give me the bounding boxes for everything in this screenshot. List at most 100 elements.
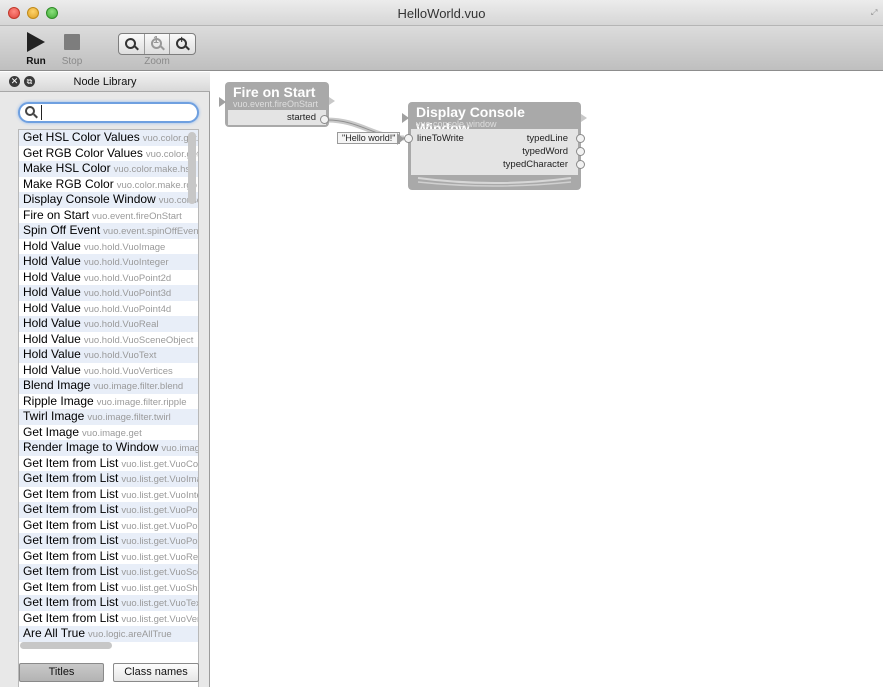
actual-size-button[interactable]: 1 [145, 34, 171, 54]
node-title: Get HSL Color Values [23, 130, 140, 144]
zoom-out-button[interactable]: − [119, 34, 145, 54]
node-class-name: vuo.hold.VuoPoint3d [83, 288, 172, 299]
horizontal-scrollbar[interactable] [20, 642, 112, 649]
linetowrite-input-port[interactable] [404, 134, 413, 143]
list-item[interactable]: Get HSL Color Valuesvuo.color.get.hsl [19, 130, 198, 146]
list-item[interactable]: Get Item from List vuo.list.get.VuoText [19, 595, 198, 611]
toolbar: Run Stop − 1 + Zoom [0, 26, 883, 71]
node-class-name: vuo.hold.VuoImage [83, 241, 166, 253]
list-item[interactable]: Get Item from Listvuo.list.get.VuoColor [19, 456, 198, 472]
list-item[interactable]: Hold Value vuo.hold.VuoImage [19, 239, 198, 255]
list-item[interactable]: Hold Value vuo.hold.VuoPoint4d [19, 301, 198, 317]
list-item[interactable]: Get Item from Listvuo.list.get.VuoShader [19, 580, 198, 596]
typedline-output-port[interactable] [576, 134, 585, 143]
node-fire-on-start[interactable]: Fire on Start vuo.event.fireOnStart star… [225, 82, 329, 127]
node-class-name: vuo.list.get.VuoPoint3d [121, 520, 198, 532]
zoom-in-button[interactable]: + [170, 34, 195, 54]
window-title: HelloWorld.vuo [397, 6, 486, 21]
node-class-name: vuo.image.filter.blend [93, 381, 184, 392]
list-item[interactable]: Hold Value vuo.hold.VuoText [19, 347, 198, 363]
list-item[interactable]: Get Item from List vuo.list.get.VuoReal [19, 549, 198, 565]
list-item[interactable]: Get Image vuo.image.get [19, 425, 198, 441]
node-class-name: vuo.logic.areAllTrue [88, 629, 172, 640]
window-node-decoration [417, 177, 572, 187]
node-class-name: vuo.list.get.VuoImage [121, 474, 198, 485]
node-done-port[interactable] [581, 114, 587, 122]
list-item[interactable]: Hold Value vuo.hold.VuoInteger [19, 254, 198, 270]
node-class-name: vuo.event.fireOnStart [233, 99, 319, 109]
list-item[interactable]: Get Item from Listvuo.list.get.VuoSceneO… [19, 564, 198, 580]
stop-label: Stop [61, 56, 83, 67]
run-label: Run [26, 56, 46, 67]
node-title: Make HSL Color [23, 161, 111, 175]
list-item[interactable]: Render Image to Windowvuo.image.render.w… [19, 440, 198, 456]
node-title: Get Item from List [23, 486, 119, 501]
list-item[interactable]: Twirl Image vuo.image.filter.twirl [19, 409, 198, 425]
typedcharacter-output-port[interactable] [576, 160, 585, 169]
constant-arrow [397, 133, 404, 145]
node-list[interactable]: Get HSL Color Valuesvuo.color.get.hslGet… [18, 129, 199, 687]
node-title: Get Item from List [23, 610, 119, 625]
node-class-name: vuo.list.get.VuoReal [121, 551, 198, 563]
port-label-typedcharacter: typedCharacter [503, 159, 568, 170]
node-library-header: ✕ ⧉ Node Library [0, 72, 210, 92]
list-item[interactable]: Blend Image vuo.image.filter.blend [19, 378, 198, 394]
node-title: Hold Value [23, 300, 81, 315]
list-item[interactable]: Ripple Image vuo.image.filter.ripple [19, 394, 198, 410]
list-item[interactable]: Get RGB Color Valuesvuo.color.get.rgb [19, 146, 198, 162]
node-class-name: vuo.list.get.VuoShader [121, 582, 198, 594]
node-class-name: vuo.color.make.rgb [116, 179, 197, 191]
node-title: Ripple Image [23, 393, 94, 408]
node-class-name: vuo.image.get [82, 427, 142, 439]
node-title: Get Item from List [23, 455, 119, 470]
node-library-panel: ✕ ⧉ Node Library Get HSL Color Values vuo… [0, 72, 210, 687]
node-title: Hold Value [23, 316, 81, 330]
port-label-typedword: typedWord [522, 146, 568, 157]
node-class-name: vuo.hold.VuoVertices [83, 365, 173, 377]
node-class-name: vuo.list.get.VuoPoint4d [121, 536, 198, 547]
typedword-output-port[interactable] [576, 147, 585, 156]
list-item[interactable]: Make HSL Color vuo.color.make.hsl [19, 161, 198, 177]
started-output-port[interactable] [320, 115, 329, 124]
list-item[interactable]: Hold Value vuo.hold.VuoPoint3d [19, 285, 198, 301]
list-item[interactable]: Get Item from Listvuo.list.get.VuoPoint3… [19, 518, 198, 534]
refresh-input-port[interactable] [402, 113, 409, 123]
constant-value-hello-world[interactable]: "Hello world!" [337, 132, 401, 144]
list-item[interactable]: Hold Value vuo.hold.VuoVertices [19, 363, 198, 379]
node-class-name: vuo.hold.VuoReal [83, 319, 159, 330]
library-search-input[interactable] [41, 105, 191, 120]
zoom-control: − 1 + [118, 33, 196, 55]
node-class-name: vuo.image.render.window [161, 443, 198, 454]
list-item[interactable]: Get Item from Listvuo.list.get.VuoIntege… [19, 487, 198, 503]
refresh-input-port[interactable] [219, 97, 226, 107]
node-done-port[interactable] [329, 97, 335, 105]
list-item[interactable]: Hold Value vuo.hold.VuoPoint2d [19, 270, 198, 286]
titles-view-button[interactable]: Titles [19, 663, 104, 682]
list-item[interactable]: Get Item from Listvuo.list.get.VuoImage [19, 471, 198, 487]
list-item[interactable]: Get Item from Listvuo.list.get.VuoPoint4… [19, 533, 198, 549]
zoom-out-icon: − [124, 35, 139, 51]
list-item[interactable]: Hold Value vuo.hold.VuoReal [19, 316, 198, 332]
list-item[interactable]: Display Console Windowvuo.console.window [19, 192, 198, 208]
node-title: Make RGB Color [23, 176, 114, 191]
node-display-console-window[interactable]: Display Console Window vuo.console.windo… [408, 102, 581, 190]
node-class-name: vuo.hold.VuoText [83, 350, 157, 361]
node-title: Hold Value [23, 254, 81, 268]
node-title: Display Console Window [23, 192, 156, 206]
list-item[interactable]: Hold Value vuo.hold.VuoSceneObject [19, 332, 198, 348]
list-item[interactable]: Spin Off Event vuo.event.spinOffEvent [19, 223, 198, 239]
stop-icon [64, 34, 80, 50]
search-icon [25, 106, 38, 119]
list-item[interactable]: Are All True vuo.logic.areAllTrue [19, 626, 198, 642]
node-class-name: vuo.list.get.VuoSceneObject [121, 567, 198, 578]
list-item[interactable]: Get Item from Listvuo.list.get.VuoPoint2… [19, 502, 198, 518]
fullscreen-icon[interactable]: ⤢ [871, 8, 879, 17]
vertical-scrollbar[interactable] [188, 132, 196, 204]
library-search-field[interactable] [18, 102, 199, 123]
node-title: Fire on Start [233, 84, 316, 100]
class-names-view-button[interactable]: Class names [113, 663, 199, 682]
list-item[interactable]: Get Item from Listvuo.list.get.VuoVertic… [19, 611, 198, 627]
list-item[interactable]: Fire on Start vuo.event.fireOnStart [19, 208, 198, 224]
node-body: started [228, 110, 326, 125]
list-item[interactable]: Make RGB Color vuo.color.make.rgb [19, 177, 198, 193]
